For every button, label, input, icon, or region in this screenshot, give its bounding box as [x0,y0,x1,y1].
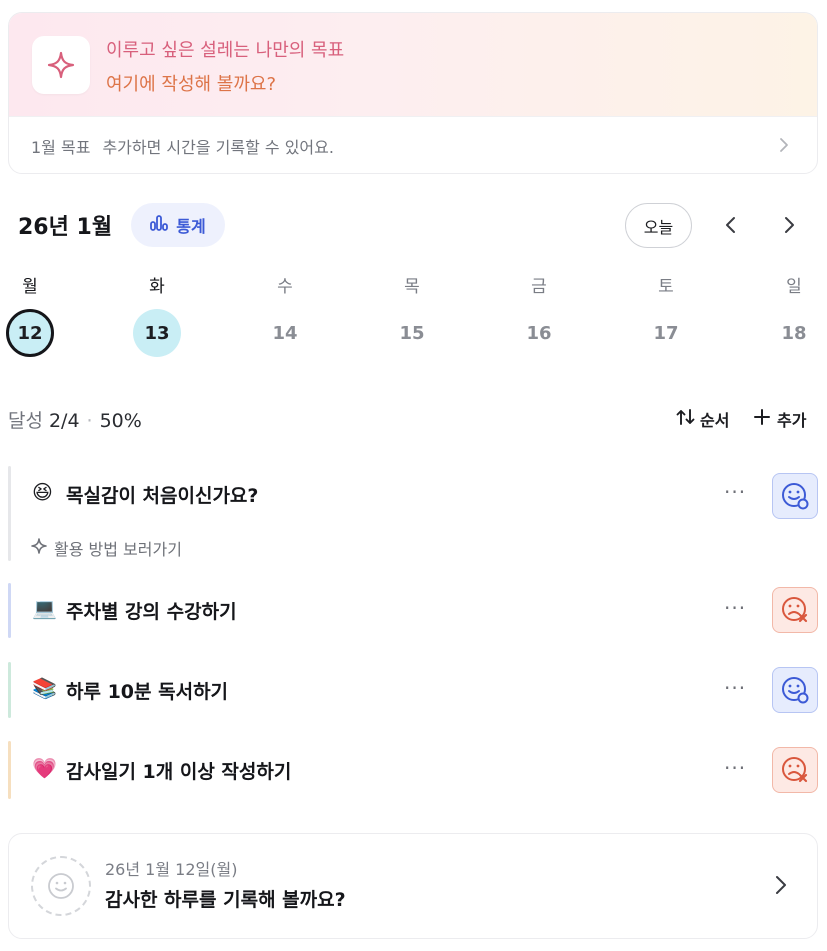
month-goal-row[interactable]: 1월 목표 추가하면 시간을 기록할 수 있어요. [9,116,817,173]
journal-prompt: 감사한 하루를 기록해 볼까요? [105,889,346,911]
date-cell-today[interactable]: 13 [133,309,181,357]
task-title[interactable]: 하루 10분 독서하기 [66,677,228,704]
status-bad-icon[interactable] [772,587,818,633]
progress-label: 달성 [8,410,43,432]
date-cell[interactable]: 18 [770,309,818,357]
goal-banner[interactable]: 이루고 싶은 설레는 나만의 목표 여기에 작성해 볼까요? [9,13,817,116]
more-options-icon[interactable]: ··· [724,596,746,620]
today-button[interactable]: 오늘 [625,203,692,248]
weekday-sun: 일 [786,277,802,297]
task-title[interactable]: 주차별 강의 수강하기 [66,597,237,624]
sort-button[interactable]: 순서 [676,407,729,431]
how-to-link[interactable]: 활용 방법 보러가기 [30,536,182,560]
stats-label: 통계 [176,217,206,236]
progress-summary: 달성 2/4 · 50% [8,406,142,433]
task-emoji: 💻 [32,596,57,620]
how-to-label: 활용 방법 보러가기 [54,540,182,559]
sort-label: 순서 [700,411,730,430]
task-title[interactable]: 감사일기 1개 이상 작성하기 [66,757,291,784]
status-good-icon[interactable] [772,667,818,713]
task-emoji: 💗 [32,756,57,780]
separator-dot: · [86,410,93,432]
plus-icon [753,408,771,430]
add-label: 추가 [777,411,807,430]
more-options-icon[interactable]: ··· [724,756,746,780]
month-goal-label: 1월 목표 [31,137,91,157]
task-item[interactable]: 📚 하루 10분 독서하기 ··· [8,662,820,718]
task-color-bar [8,466,11,561]
date-cell[interactable]: 14 [261,309,309,357]
date-cell[interactable]: 16 [515,309,563,357]
more-options-icon[interactable]: ··· [724,480,746,504]
gratitude-journal-card[interactable]: 26년 1월 12일(월) 감사한 하루를 기록해 볼까요? [8,833,818,939]
smiley-placeholder-icon [31,856,91,916]
month-title: 26년 1월 [18,215,113,240]
task-color-bar [8,662,11,718]
sparkle-icon [32,36,90,94]
chevron-right-icon [779,137,789,157]
status-bad-icon[interactable] [772,747,818,793]
date-cell-selected[interactable]: 12 [6,309,54,357]
task-title[interactable]: 목실감이 처음이신가요? [66,481,258,508]
task-color-bar [8,741,11,799]
task-item[interactable]: 😆 목실감이 처음이신가요? ··· 활용 방법 보러가기 [8,466,820,561]
bar-chart-icon [150,215,169,235]
weekday-wed: 수 [277,277,293,297]
month-goal-hint: 추가하면 시간을 기록할 수 있어요. [102,137,334,157]
add-task-button[interactable]: 추가 [753,407,806,431]
task-emoji: 😆 [32,480,53,504]
more-options-icon[interactable]: ··· [724,676,746,700]
progress-ratio: 2/4 [48,410,80,432]
journal-date: 26년 1월 12일(월) [105,860,238,879]
status-good-icon[interactable] [772,473,818,519]
task-item[interactable]: 💗 감사일기 1개 이상 작성하기 ··· [8,741,820,799]
goal-headline-line2: 여기에 작성해 볼까요? [106,74,277,95]
chevron-right-icon [775,875,787,899]
goal-headline-line1: 이루고 싶은 설레는 나만의 목표 [106,40,345,61]
stats-button[interactable]: 통계 [131,203,225,247]
date-cell[interactable]: 15 [388,309,436,357]
date-cell[interactable]: 17 [642,309,690,357]
weekday-mon: 월 [22,277,38,297]
task-color-bar [8,583,11,638]
chevron-left-icon[interactable] [718,212,744,242]
sparkle-icon [30,537,48,559]
weekday-tue: 화 [149,277,165,297]
task-emoji: 📚 [32,676,57,700]
weekday-fri: 금 [531,277,547,297]
task-item[interactable]: 💻 주차별 강의 수강하기 ··· [8,583,820,638]
weekday-thu: 목 [404,277,420,297]
weekday-sat: 토 [658,277,674,297]
goal-card[interactable]: 이루고 싶은 설레는 나만의 목표 여기에 작성해 볼까요? 1월 목표 추가하… [8,12,818,174]
sort-arrows-icon [676,408,696,430]
chevron-right-icon[interactable] [776,212,802,242]
progress-percent: 50% [99,410,142,432]
